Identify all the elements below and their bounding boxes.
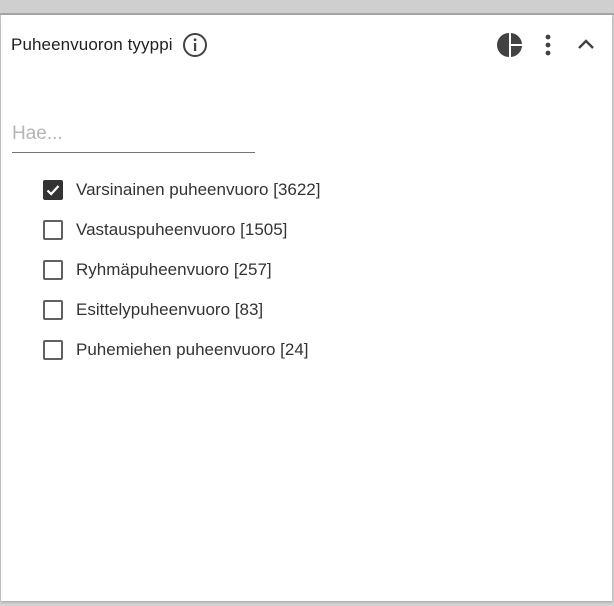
option-label: Vastauspuheenvuoro [1505]	[76, 220, 288, 239]
chevron-up-icon[interactable]	[572, 31, 600, 59]
option-label: Esittelypuheenvuoro [83]	[76, 300, 264, 319]
option-list: Varsinainen puheenvuoro [3622] Vastauspu…	[43, 170, 320, 370]
header-actions	[496, 31, 600, 59]
list-item[interactable]: Esittelypuheenvuoro [83]	[43, 290, 320, 330]
option-label: Varsinainen puheenvuoro [3622]	[76, 180, 321, 199]
search-input[interactable]	[12, 116, 255, 153]
check-icon	[46, 185, 60, 196]
option-label: Ryhmäpuheenvuoro [257]	[76, 260, 272, 279]
option-label: Puhemiehen puheenvuoro [24]	[76, 340, 309, 359]
list-item[interactable]: Vastauspuheenvuoro [1505]	[43, 210, 320, 250]
list-item[interactable]: Varsinainen puheenvuoro [3622]	[43, 170, 320, 210]
filter-title: Puheenvuoron tyyppi	[11, 35, 173, 54]
more-vert-icon[interactable]	[534, 31, 562, 59]
checkbox-checked[interactable]	[43, 180, 63, 200]
info-icon[interactable]	[182, 32, 208, 58]
checkbox[interactable]	[43, 300, 63, 320]
list-item[interactable]: Ryhmäpuheenvuoro [257]	[43, 250, 320, 290]
checkbox[interactable]	[43, 260, 63, 280]
pie-chart-icon[interactable]	[496, 31, 524, 59]
checkbox[interactable]	[43, 220, 63, 240]
list-item[interactable]: Puhemiehen puheenvuoro [24]	[43, 330, 320, 370]
top-divider	[0, 0, 614, 15]
checkbox[interactable]	[43, 340, 63, 360]
